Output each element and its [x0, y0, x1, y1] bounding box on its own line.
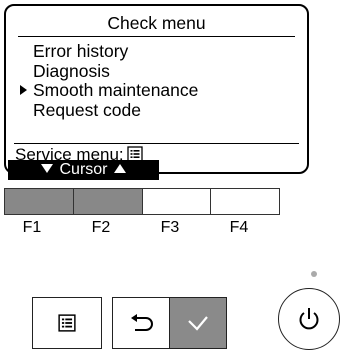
menu-item-smooth-maintenance[interactable]: Smooth maintenance: [19, 80, 199, 101]
power-indicator-led: [311, 271, 317, 277]
confirm-button[interactable]: [169, 297, 227, 349]
cursor-up-icon: [113, 164, 126, 173]
menu-item-error-history[interactable]: Error history: [19, 41, 198, 62]
menu-button[interactable]: [32, 297, 102, 349]
f3-key[interactable]: [143, 189, 212, 214]
menu-item-label: Smooth maintenance: [33, 80, 199, 100]
function-key-bar: [4, 188, 280, 215]
cursor-down-icon: [41, 164, 54, 173]
f1-label: F1: [22, 219, 42, 236]
f2-key[interactable]: [73, 189, 143, 214]
page-title: Check menu: [107, 13, 206, 33]
check-menu-list: Error history Diagnosis Smooth maintenan…: [19, 41, 199, 121]
menu-item-label: Request code: [33, 99, 141, 120]
f4-key[interactable]: [211, 189, 279, 214]
cursor-label: Cursor: [59, 161, 108, 178]
return-button[interactable]: [112, 297, 170, 349]
cursor-hint-bar: Cursor: [8, 160, 159, 180]
f2-label: F2: [91, 219, 111, 236]
power-button[interactable]: [278, 288, 340, 350]
f1-key[interactable]: [5, 189, 74, 214]
footer-divider: [14, 143, 299, 144]
menu-item-diagnosis[interactable]: Diagnosis: [19, 60, 198, 82]
f4-label: F4: [229, 219, 249, 236]
title-divider: [18, 36, 295, 37]
selection-pointer-icon: [20, 85, 27, 95]
menu-item-label: Diagnosis: [33, 60, 110, 81]
f3-label: F3: [160, 219, 180, 236]
menu-item-label: Error history: [33, 41, 129, 61]
menu-item-request-code[interactable]: Request code: [19, 99, 198, 121]
lcd-screen: Check menu Error history Diagnosis Smoot…: [4, 4, 309, 174]
